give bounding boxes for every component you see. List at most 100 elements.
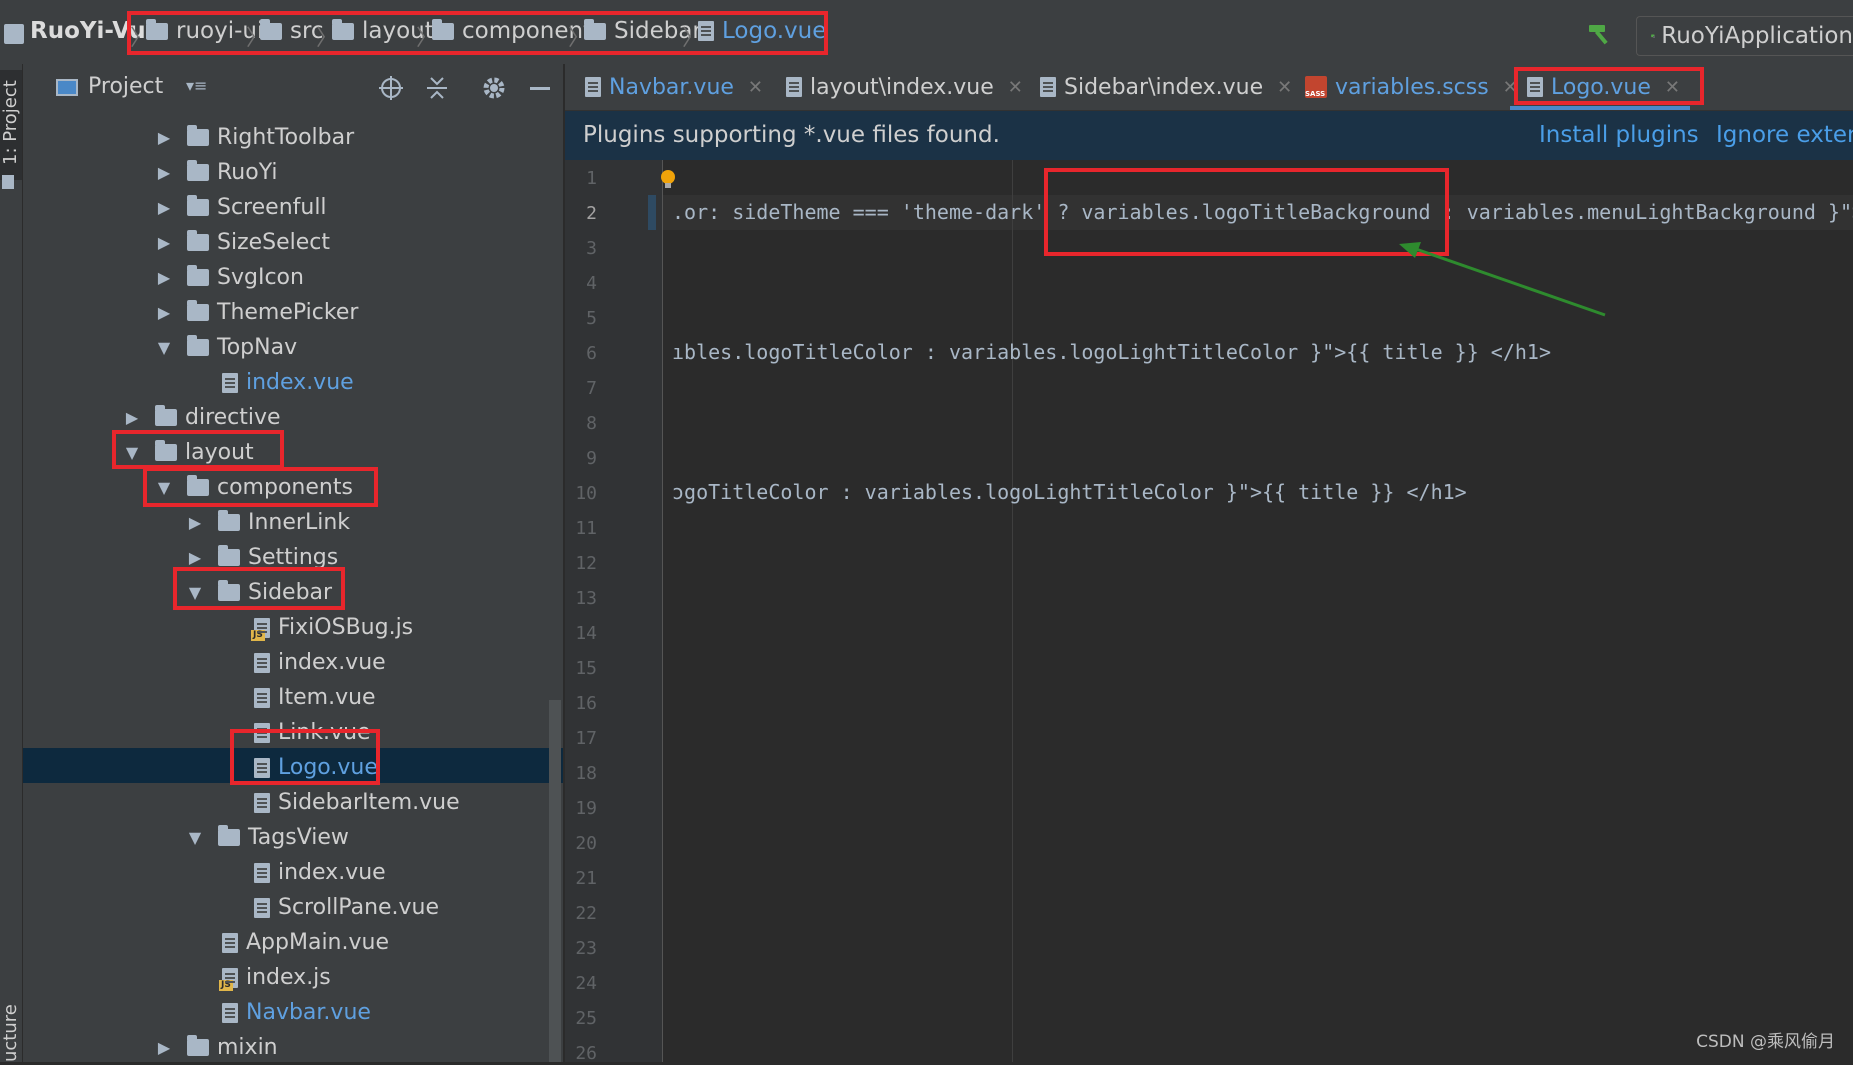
tree-item-navbar-vue[interactable]: Navbar.vue [222,995,371,1030]
line-number: 23 [575,938,597,959]
line-number: 20 [575,833,597,854]
view-dropdown-icon[interactable]: ▾≡ [186,76,207,95]
tab-variables-scss[interactable]: variables.scss✕ [1305,64,1518,110]
tree-item-fixiosbug-js[interactable]: JS FixiOSBug.js [251,610,413,645]
expand-arrow-icon[interactable]: ▶ [186,548,204,567]
gear-icon[interactable] [481,75,507,101]
tree-item-themepicker[interactable]: ▶ ThemePicker [155,295,358,330]
highlight-box-logo-tab [1514,67,1704,105]
line-number: 5 [586,308,597,329]
run-configuration-selector[interactable]: RuoYiApplication [1636,16,1853,56]
highlight-box-logo-title-background [1044,168,1449,256]
project-icon [4,24,24,44]
project-panel-title[interactable]: Project [88,74,163,99]
vue-file-icon [1040,77,1056,97]
tree-item-tagsview[interactable]: ▼ TagsView [186,820,349,855]
code-line-6[interactable]: ıbles.logoTitleColor : variables.logoLig… [672,340,1551,364]
folder-icon [218,510,240,531]
tree-item-innerlink[interactable]: ▶ InnerLink [186,505,350,540]
expand-arrow-icon[interactable]: ▶ [155,268,173,287]
tab-layout-index-vue[interactable]: layout\index.vue ✕ [786,64,1023,110]
line-number: 14 [575,623,597,644]
project-view-icon [56,79,78,96]
tree-item-scrollpane-vue[interactable]: ScrollPane.vue [254,890,439,925]
spring-app-icon [1651,34,1656,38]
tree-item-topnav-index-vue[interactable]: index.vue [222,365,354,400]
vue-file-icon [254,687,270,708]
tree-item-sidebaritem-vue[interactable]: SidebarItem.vue [254,785,460,820]
collapse-arrow-icon[interactable]: ▼ [186,828,204,847]
js-file-icon: JS [219,967,238,991]
hide-panel-icon[interactable] [530,87,550,90]
line-number: 2 [586,203,597,224]
collapse-all-icon[interactable] [425,75,449,101]
indent-guide [1012,160,1013,1062]
expand-arrow-icon[interactable]: ▶ [123,408,141,427]
expand-arrow-icon[interactable]: ▶ [155,233,173,252]
highlight-box-breadcrumb [127,11,828,55]
ignore-extension-link[interactable]: Ignore extens [1716,122,1853,148]
line-number: 24 [575,973,597,994]
tab-sidebar-index-vue[interactable]: Sidebar\index.vue ✕ [1040,64,1292,110]
tree-item-topnav[interactable]: ▼ TopNav [155,330,297,365]
tree-item-sizeselect[interactable]: ▶ SizeSelect [155,225,330,260]
tree-scrollbar[interactable] [549,700,561,1062]
tree-item-appmain-vue[interactable]: AppMain.vue [222,925,389,960]
folder-icon [218,545,240,566]
install-plugins-link[interactable]: Install plugins [1539,122,1699,148]
active-tab-indicator [1510,106,1690,110]
highlight-box-logo-vue [230,729,380,785]
build-hammer-icon[interactable] [1585,22,1615,46]
line-number: 11 [575,518,597,539]
change-marker [648,195,656,230]
tree-item-sidebar-index-vue[interactable]: index.vue [254,645,386,680]
annotation-arrow-icon [1399,242,1606,317]
close-icon[interactable]: ✕ [1277,77,1292,98]
tree-item-mixin[interactable]: ▶ mixin [155,1030,278,1065]
collapse-arrow-icon[interactable]: ▼ [155,338,173,357]
close-icon[interactable]: ✕ [748,77,763,98]
folder-icon [187,195,209,216]
line-number: 22 [575,903,597,924]
vue-file-icon [786,77,802,97]
line-number-gutter [565,160,663,1062]
highlight-box-layout [112,430,284,469]
expand-arrow-icon[interactable]: ▶ [155,198,173,217]
folder-icon [187,1035,209,1056]
line-number: 8 [586,413,597,434]
expand-arrow-icon[interactable]: ▶ [155,128,173,147]
folder-icon [2,175,14,189]
tree-item-item-vue[interactable]: Item.vue [254,680,376,715]
tree-item-righttoolbar[interactable]: ▶ RightToolbar [155,120,354,155]
expand-arrow-icon[interactable]: ▶ [155,1038,173,1057]
expand-arrow-icon[interactable]: ▶ [155,163,173,182]
line-number: 15 [575,658,597,679]
folder-icon [187,160,209,181]
code-editor[interactable] [663,160,1853,1062]
tree-item-ruoyi[interactable]: ▶ RuoYi [155,155,277,190]
folder-icon [187,335,209,356]
tree-item-svgicon[interactable]: ▶ SvgIcon [155,260,304,295]
folder-icon [155,405,177,426]
code-line-10[interactable]: ɔgoTitleColor : variables.logoLightTitle… [672,480,1467,504]
expand-arrow-icon[interactable]: ▶ [155,303,173,322]
vue-file-icon [585,77,601,97]
highlight-box-sidebar [173,567,345,610]
vue-file-icon [254,792,270,813]
tree-item-tagsview-index-vue[interactable]: index.vue [254,855,386,890]
notification-message: Plugins supporting *.vue files found. [583,122,1000,148]
js-file-icon: JS [251,617,270,641]
folder-icon [187,125,209,146]
close-icon[interactable]: ✕ [1008,77,1023,98]
folder-icon [187,300,209,321]
line-number: 6 [586,343,597,364]
locate-target-icon[interactable] [378,75,404,101]
tree-item-index-js[interactable]: JS index.js [219,960,331,995]
line-number: 25 [575,1008,597,1029]
expand-arrow-icon[interactable]: ▶ [186,513,204,532]
tab-navbar-vue[interactable]: Navbar.vue ✕ [585,64,763,110]
lightbulb-icon[interactable] [659,169,677,189]
vue-file-icon [222,932,238,953]
structure-tool-label[interactable]: ucture [0,1004,21,1062]
tree-item-screenfull[interactable]: ▶ Screenfull [155,190,327,225]
